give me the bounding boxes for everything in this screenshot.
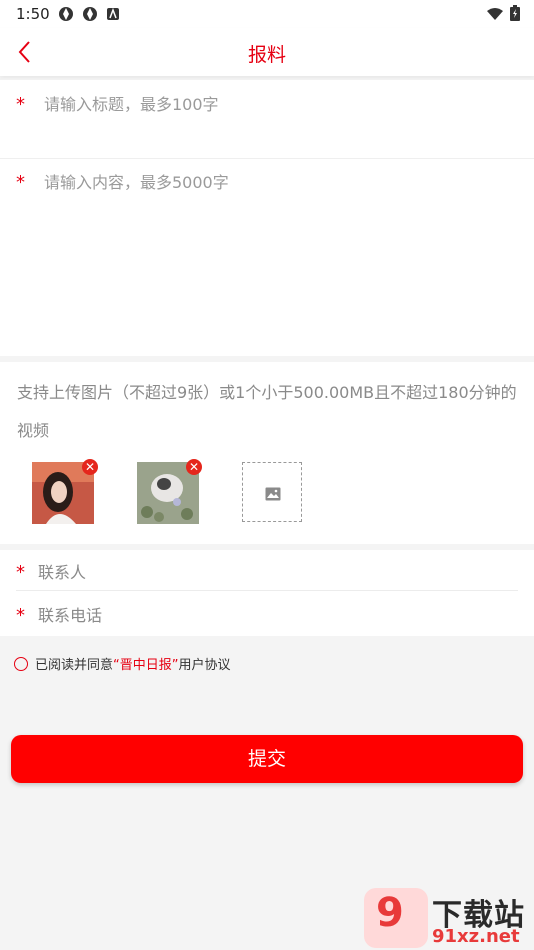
contact-panel: * 联系人 * 联系电话: [0, 550, 534, 636]
required-star: *: [16, 94, 25, 115]
add-image-button[interactable]: [242, 462, 302, 522]
agreement-suffix-link[interactable]: 用户协议: [179, 654, 231, 673]
remove-image-icon[interactable]: ✕: [186, 459, 202, 475]
submit-button[interactable]: 提交: [11, 735, 523, 783]
battery-icon: [510, 5, 520, 25]
title-input[interactable]: 请输入标题，最多100字: [44, 91, 219, 115]
status-time: 1:50: [16, 5, 50, 23]
contact-phone-input[interactable]: 联系电话: [38, 602, 102, 626]
wifi-icon: [486, 6, 504, 25]
contact-name-input[interactable]: 联系人: [38, 559, 86, 583]
agreement-prefix: 已阅读并同意: [35, 658, 114, 673]
required-star: *: [16, 562, 25, 583]
divider: [16, 590, 518, 591]
watermark-logo: 9 下载站 91xz.net: [364, 888, 534, 950]
upload-hint: 支持上传图片（不超过9张）或1个小于500.00MB且不超过180分钟的视频: [17, 383, 517, 440]
a-badge-icon: [106, 6, 122, 22]
page-title: 报料: [247, 44, 286, 66]
title-content-panel: * 请输入标题，最多100字 * 请输入内容，最多5000字: [0, 80, 534, 356]
status-bar: 1:50: [0, 0, 534, 28]
watermark-mark: 9: [376, 890, 404, 936]
agreement-brand-link[interactable]: “晋中日报”: [113, 654, 178, 673]
image-icon: [265, 486, 281, 505]
aperture-icon: [58, 6, 74, 22]
content-textarea[interactable]: 请输入内容，最多5000字: [44, 169, 229, 193]
upload-panel: 支持上传图片（不超过9张）或1个小于500.00MB且不超过180分钟的视频 ✕…: [0, 362, 534, 544]
watermark-domain: 91xz.net: [432, 926, 520, 947]
agreement-radio[interactable]: [14, 656, 28, 671]
required-star: *: [16, 605, 25, 626]
agreement-row: 已阅读并同意 “晋中日报” 用户协议: [14, 654, 231, 673]
status-right: [486, 5, 520, 25]
divider: [0, 158, 534, 159]
status-notification-icons: [58, 6, 122, 22]
app-bar: 报料: [0, 28, 534, 76]
remove-image-icon[interactable]: ✕: [82, 459, 98, 475]
aperture-icon: [82, 6, 98, 22]
required-star: *: [16, 172, 25, 193]
